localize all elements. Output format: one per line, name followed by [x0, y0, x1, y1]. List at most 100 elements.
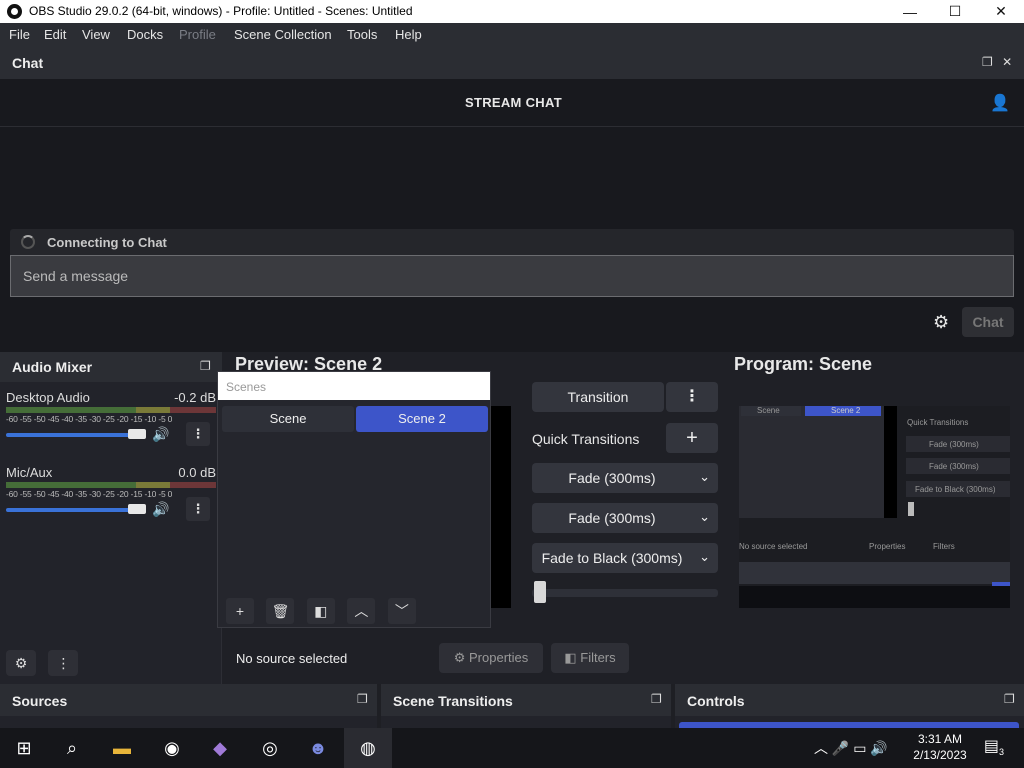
- clock[interactable]: 3:31 AM 2/13/2023: [912, 731, 968, 763]
- windows-start-icon[interactable]: ⊞: [0, 728, 48, 768]
- maximize-button[interactable]: ☐: [932, 0, 978, 23]
- transition-more-button[interactable]: ⋮: [666, 382, 718, 412]
- float-dock-icon[interactable]: ❐: [651, 692, 667, 708]
- discord-icon[interactable]: ☻: [294, 728, 342, 768]
- properties-label: Properties: [469, 650, 529, 665]
- move-down-icon[interactable]: ﹀: [387, 598, 416, 624]
- stream-chat-header: STREAM CHAT 👤: [0, 79, 1024, 127]
- main-area: Audio Mixer ❐ Desktop Audio -0.2 dB -60 …: [0, 352, 1024, 684]
- mixer-footer: ⚙ ⋮: [6, 650, 86, 676]
- notification-center-icon[interactable]: ▤3: [982, 736, 1006, 760]
- transition-button[interactable]: Transition: [532, 382, 664, 412]
- menu-file[interactable]: File: [9, 27, 30, 42]
- obs-taskbar-icon[interactable]: ◍: [344, 728, 392, 768]
- source-status: No source selected: [236, 651, 348, 666]
- clock-time: 3:31 AM: [917, 732, 963, 746]
- obs-logo-icon: [7, 4, 22, 19]
- close-dock-icon[interactable]: ✕: [1002, 55, 1012, 69]
- volume-slider-handle[interactable]: [128, 504, 146, 514]
- volume-slider-handle[interactable]: [128, 429, 146, 439]
- scenes-dock-title[interactable]: Scenes: [218, 372, 490, 400]
- thumb-accent: [992, 582, 1010, 586]
- quick-transition-select[interactable]: Fade (300ms) ⌄: [532, 503, 718, 533]
- scene-transitions-dock-header: Scene Transitions ❐: [381, 684, 671, 716]
- properties-button[interactable]: ⚙ Properties: [439, 643, 543, 673]
- chat-send-button[interactable]: Chat: [962, 307, 1014, 337]
- menu-help[interactable]: Help: [395, 27, 422, 42]
- stream-chat-title: STREAM CHAT: [465, 95, 562, 110]
- speaker-icon[interactable]: 🔊: [152, 426, 169, 443]
- controls-dock-title: Controls: [687, 693, 745, 709]
- volume-meter: [6, 407, 216, 413]
- menu-docks[interactable]: Docks: [127, 27, 163, 42]
- channel-more-button[interactable]: ⋮: [186, 497, 210, 521]
- speaker-icon[interactable]: 🔊: [152, 501, 169, 518]
- meter-ticks: -60 -55 -50 -45 -40 -35 -30 -25 -20 -15 …: [6, 414, 173, 424]
- filter-icon: ◧: [564, 650, 581, 665]
- scene-item[interactable]: Scene: [222, 406, 354, 432]
- chevron-down-icon: ⌄: [699, 469, 710, 484]
- menu-tools[interactable]: Tools: [347, 27, 377, 42]
- thumb-quick-transitions: Quick Transitions: [907, 418, 969, 427]
- preview-canvas[interactable]: [490, 406, 511, 608]
- menu-scene-collection[interactable]: Scene Collection: [234, 27, 332, 42]
- volume-slider[interactable]: [6, 433, 146, 437]
- controls-dock: Controls ❐: [675, 684, 1024, 728]
- quick-transition-label: Fade (300ms): [568, 510, 656, 526]
- channel-more-button[interactable]: ⋮: [186, 422, 210, 446]
- visual-studio-icon[interactable]: ◆: [196, 728, 244, 768]
- channel-name: Mic/Aux: [6, 465, 53, 480]
- dock-controls: ❐ ✕: [982, 55, 1016, 71]
- chat-dock-header: Chat ❐ ✕: [0, 47, 1024, 79]
- float-dock-icon[interactable]: ❐: [982, 55, 993, 69]
- chat-settings-gear-icon[interactable]: ⚙: [933, 312, 949, 333]
- move-up-icon[interactable]: ︿: [347, 598, 376, 624]
- chevron-down-icon: ⌄: [699, 549, 710, 564]
- advanced-audio-gear-icon[interactable]: ⚙: [6, 650, 36, 676]
- chat-message-input[interactable]: Send a message: [10, 255, 1014, 297]
- file-explorer-icon[interactable]: ▬: [98, 728, 146, 768]
- volume-meter: [6, 482, 216, 488]
- float-dock-icon[interactable]: ❐: [357, 692, 373, 708]
- channel-db: 0.0 dB: [178, 465, 216, 480]
- meter-ticks: -60 -55 -50 -45 -40 -35 -30 -25 -20 -15 …: [6, 489, 173, 499]
- menu-bar: File Edit View Docks Profile Scene Colle…: [0, 23, 1024, 47]
- quick-transition-select[interactable]: Fade (300ms) ⌄: [532, 463, 718, 493]
- sources-dock-header: Sources ❐: [0, 684, 377, 716]
- volume-slider[interactable]: [6, 508, 146, 512]
- quick-transition-select[interactable]: Fade to Black (300ms) ⌄: [532, 543, 718, 573]
- loading-spinner-icon: [21, 235, 35, 249]
- menu-view[interactable]: View: [82, 27, 110, 42]
- filters-button[interactable]: ◧ Filters: [551, 643, 629, 673]
- chat-dock: Chat ❐ ✕ STREAM CHAT 👤 Connecting to Cha…: [0, 47, 1024, 352]
- menu-edit[interactable]: Edit: [44, 27, 66, 42]
- system-tray[interactable]: ︿ 🎤 ▭ 🔊: [814, 738, 888, 758]
- thumb-fade2: Fade (300ms): [929, 462, 979, 471]
- add-quick-transition-button[interactable]: +: [666, 423, 718, 453]
- delete-scene-icon[interactable]: 🗑: [266, 598, 295, 624]
- thumb-scene-label: Scene: [757, 406, 780, 415]
- close-button[interactable]: ✕: [978, 0, 1024, 23]
- steam-icon[interactable]: ◎: [246, 728, 294, 768]
- audio-mixer-header: Audio Mixer ❐: [0, 352, 222, 382]
- t-bar-handle[interactable]: [534, 581, 546, 603]
- chat-status-text: Connecting to Chat: [47, 235, 167, 250]
- thumb-scene2-label: Scene 2: [831, 406, 861, 415]
- float-dock-icon[interactable]: ❐: [200, 359, 216, 375]
- float-dock-icon[interactable]: ❐: [1004, 692, 1020, 708]
- menu-profile[interactable]: Profile: [179, 27, 216, 42]
- t-bar-track[interactable]: [532, 589, 718, 597]
- add-scene-icon[interactable]: +: [226, 598, 254, 624]
- channel-name: Desktop Audio: [6, 390, 90, 405]
- user-settings-icon[interactable]: 👤: [990, 93, 1010, 113]
- minimize-button[interactable]: —: [887, 0, 933, 23]
- thumb-properties: Properties: [869, 542, 906, 551]
- scene-item-active[interactable]: Scene 2: [356, 406, 488, 432]
- search-icon[interactable]: ⌕: [48, 728, 96, 768]
- thumb-bottom-row: [739, 562, 1010, 584]
- mixer-menu-button[interactable]: ⋮: [48, 650, 79, 676]
- notification-count: 3: [999, 747, 1005, 758]
- chat-dock-title: Chat: [12, 55, 44, 71]
- scene-filters-icon[interactable]: ◧: [306, 598, 335, 624]
- chrome-icon[interactable]: ◉: [148, 728, 196, 768]
